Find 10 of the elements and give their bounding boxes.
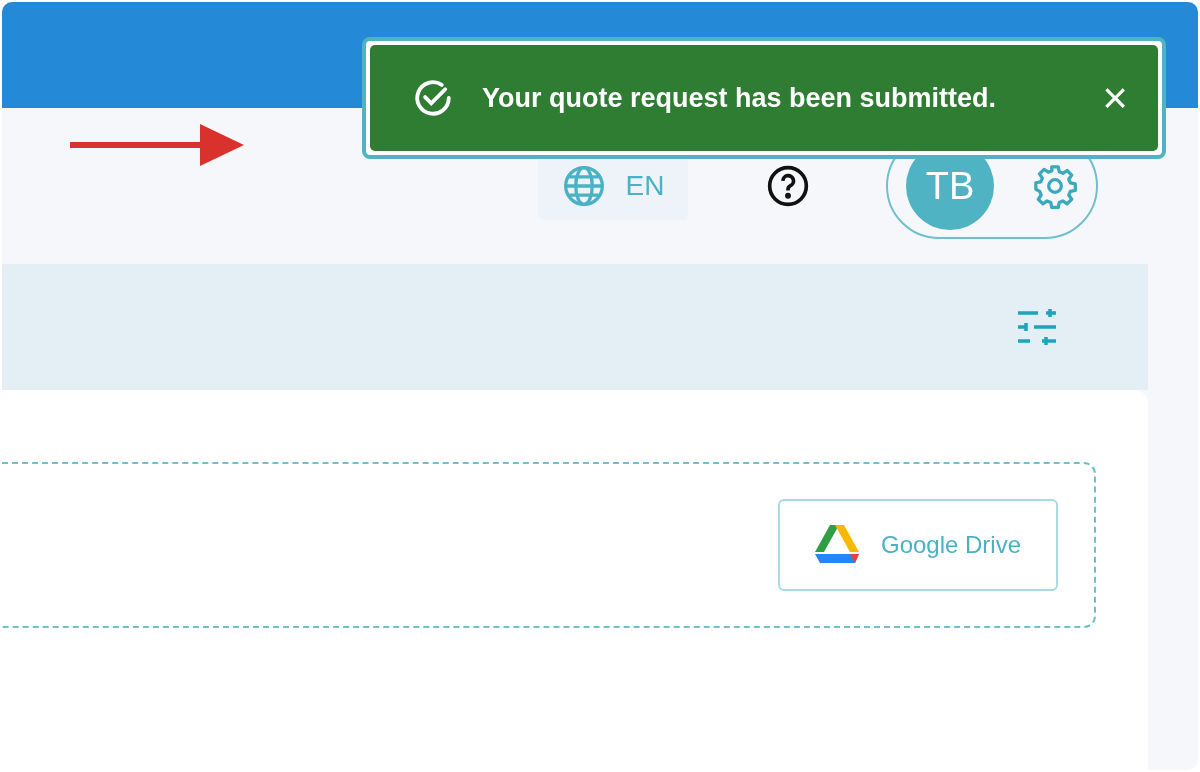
globe-icon bbox=[561, 164, 606, 208]
close-button[interactable]: × bbox=[1096, 76, 1134, 120]
drop-zone[interactable]: Google Drive bbox=[2, 462, 1096, 628]
toast-message: Your quote request has been submitted. bbox=[482, 82, 998, 114]
sliders-icon[interactable] bbox=[1016, 307, 1058, 347]
settings-icon[interactable] bbox=[1032, 163, 1078, 209]
check-circle-icon bbox=[412, 77, 454, 119]
help-icon[interactable] bbox=[766, 164, 810, 208]
google-drive-button[interactable]: Google Drive bbox=[778, 499, 1058, 591]
drive-logo-icon bbox=[814, 525, 859, 565]
